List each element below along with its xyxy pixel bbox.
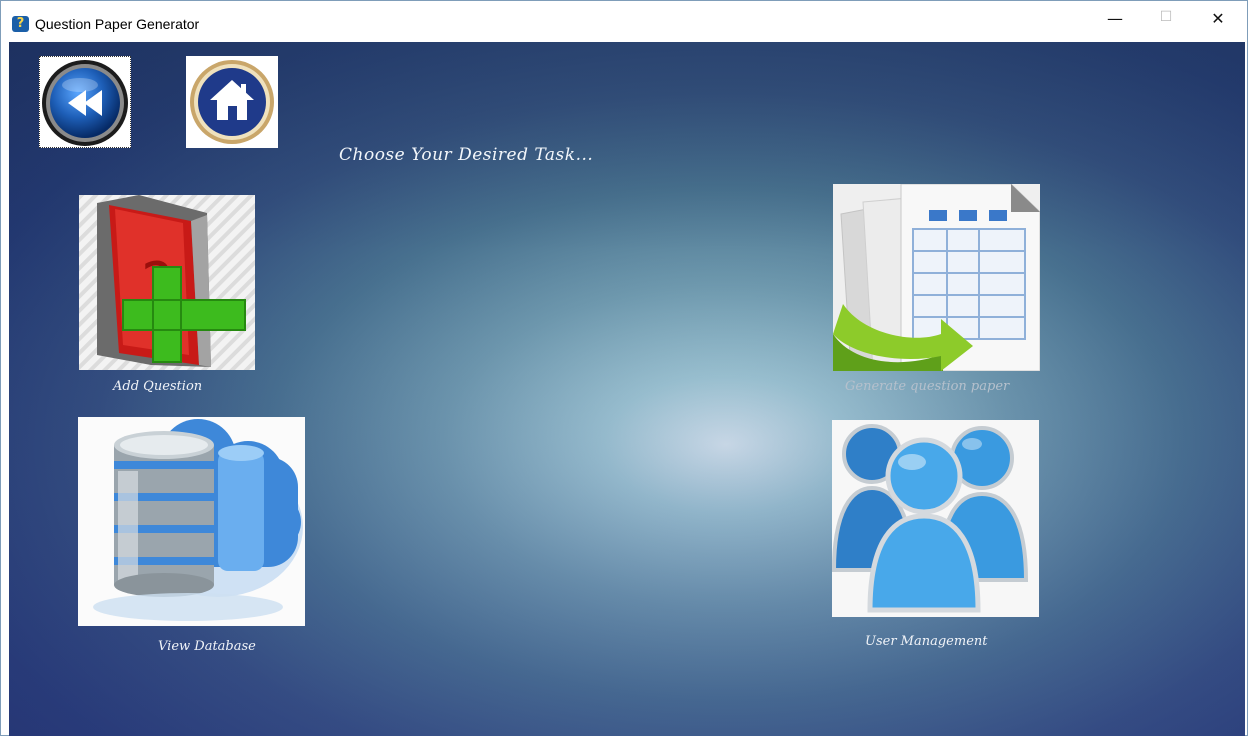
- close-icon: ✕: [1211, 9, 1225, 28]
- minimize-icon: —: [1107, 9, 1123, 28]
- window-title: Question Paper Generator: [35, 16, 200, 32]
- view-database-label[interactable]: View Database: [158, 639, 256, 654]
- view-database-tile[interactable]: [78, 417, 305, 626]
- user-management-tile[interactable]: [832, 420, 1039, 617]
- app-icon: ?: [12, 16, 29, 32]
- close-button[interactable]: ✕: [1195, 9, 1241, 41]
- database-cloud-icon: [78, 417, 305, 626]
- generate-paper-label[interactable]: Generate question paper: [845, 379, 1009, 394]
- generate-paper-icon: [833, 184, 1040, 371]
- users-icon: [832, 420, 1039, 617]
- main-panel: Choose Your Desired Task... ?: [9, 42, 1245, 736]
- user-management-label[interactable]: User Management: [865, 634, 987, 649]
- home-icon: [190, 60, 274, 144]
- add-question-book-icon: ?: [79, 195, 255, 370]
- title-bar[interactable]: ? Question Paper Generator — ☐ ✕: [1, 1, 1247, 42]
- home-button[interactable]: [186, 56, 278, 148]
- rewind-icon: [42, 60, 128, 146]
- back-button[interactable]: [39, 56, 131, 148]
- maximize-icon: ☐: [1159, 9, 1173, 25]
- page-heading: Choose Your Desired Task...: [339, 145, 594, 165]
- add-question-label[interactable]: Add Question: [113, 379, 202, 394]
- add-question-tile[interactable]: ?: [79, 195, 255, 370]
- minimize-button[interactable]: —: [1092, 9, 1138, 41]
- app-window: ? Question Paper Generator — ☐ ✕ Choose …: [0, 0, 1248, 736]
- maximize-button[interactable]: ☐: [1143, 9, 1189, 41]
- generate-paper-tile[interactable]: [833, 184, 1040, 371]
